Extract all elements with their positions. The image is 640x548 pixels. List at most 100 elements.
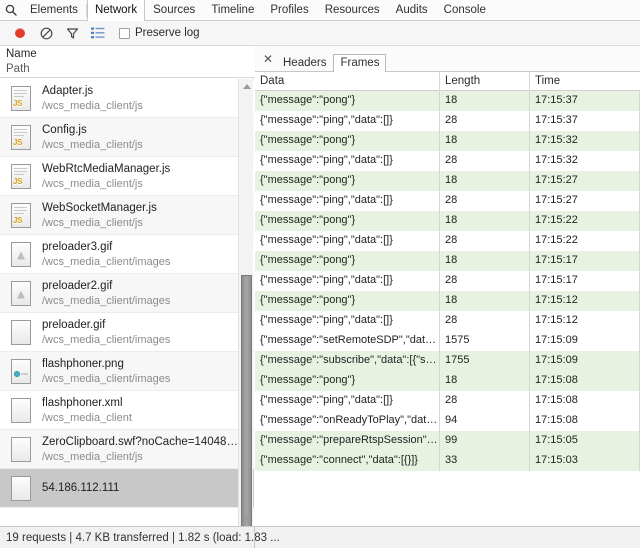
request-list-item[interactable]: preloader.gif/wcs_media_client/images [0,313,254,352]
frame-row[interactable]: {"message":"pong"} 18 17:15:37 [255,91,640,111]
frame-row[interactable]: {"message":"pong"} 18 17:15:27 [255,171,640,191]
frame-data: {"message":"pong"} [255,251,440,271]
request-path: /wcs_media_client/js [42,177,143,190]
record-icon [15,28,25,38]
frame-row[interactable]: {"message":"subscribe","data":[{"sd... 17… [255,351,640,371]
frame-length: 33 [440,451,530,471]
clear-button[interactable] [33,21,59,45]
frame-length: 28 [440,391,530,411]
devtools-tabstrip: Elements Network Sources Timeline Profil… [0,0,640,21]
frame-row[interactable]: {"message":"ping","data":[]} 28 17:15:37 [255,111,640,131]
png-file-icon [9,358,33,385]
frame-time: 17:15:08 [530,371,640,391]
frame-row[interactable]: {"message":"pong"} 18 17:15:32 [255,131,640,151]
request-name: flashphoner.png [42,357,124,370]
frame-row[interactable]: {"message":"ping","data":[]} 28 17:15:17 [255,271,640,291]
request-path: /wcs_media_client/js [42,216,143,229]
request-path: /wcs_media_client [42,411,132,424]
frame-row[interactable]: {"message":"ping","data":[]} 28 17:15:32 [255,151,640,171]
request-list-item[interactable]: JS Adapter.js/wcs_media_client/js [0,79,254,118]
frames-column-time[interactable]: Time [530,72,640,91]
status-bar-divider [254,527,255,548]
tab-frames[interactable]: Frames [333,54,387,72]
frame-data: {"message":"ping","data":[]} [255,151,440,171]
frame-length: 1755 [440,351,530,371]
request-list-item-meta: WebRtcMediaManager.js/wcs_media_client/j… [42,162,238,191]
tab-audits[interactable]: Audits [388,0,436,21]
frames-column-data[interactable]: Data [255,71,440,91]
search-icon[interactable] [0,0,22,21]
scroll-up-button[interactable] [239,79,254,94]
request-list-item[interactable]: JS WebRtcMediaManager.js/wcs_media_client… [0,157,254,196]
frame-row[interactable]: {"message":"ping","data":[]} 28 17:15:22 [255,231,640,251]
request-list-item[interactable]: ZeroClipboard.swf?noCache=14048145... /wc… [0,430,254,469]
tab-headers[interactable]: Headers [276,54,333,72]
preserve-log-checkbox[interactable]: Preserve log [119,27,200,39]
frame-row[interactable]: {"message":"ping","data":[]} 28 17:15:27 [255,191,640,211]
frame-row[interactable]: {"message":"pong"} 18 17:15:22 [255,211,640,231]
tab-sources[interactable]: Sources [145,0,203,21]
request-list-item-meta: ZeroClipboard.swf?noCache=14048145... /wc… [42,435,238,464]
frame-time: 17:15:17 [530,271,640,291]
tab-network[interactable]: Network [86,0,146,21]
tab-resources[interactable]: Resources [317,0,388,21]
preserve-log-checkbox-box[interactable] [119,27,130,39]
request-list-item[interactable]: flashphoner.png/wcs_media_client/images [0,352,254,391]
frame-row[interactable]: {"message":"prepareRtspSession","... 99 17… [255,431,640,451]
column-header-path[interactable]: Path [6,62,254,77]
frame-data: {"message":"pong"} [255,371,440,391]
frame-length: 18 [440,171,530,191]
tab-console[interactable]: Console [436,0,494,21]
request-list-item[interactable]: JS WebSocketManager.js/wcs_media_client/j… [0,196,254,235]
request-list-item[interactable]: preloader2.gif/wcs_media_client/images [0,274,254,313]
js-file-icon: JS [9,202,33,229]
request-list-scrollbar[interactable] [238,79,254,528]
tab-elements[interactable]: Elements [22,0,86,21]
frames-column-length[interactable]: Length [440,71,530,91]
scrollbar-thumb[interactable] [241,275,252,528]
frames-table-body[interactable]: {"message":"pong"} 18 17:15:37 {"message":"… [255,91,640,526]
request-list-item[interactable]: flashphoner.xml/wcs_media_client [0,391,254,430]
frame-data: {"message":"connect","data":[{}]} [255,451,440,471]
frame-row[interactable]: {"message":"setRemoteSDP","data"... 1575 1… [255,331,640,351]
request-list[interactable]: JS Adapter.js/wcs_media_client/js JS Config… [0,79,254,526]
frame-row[interactable]: {"message":"connect","data":[{}]} 33 17:15… [255,451,640,471]
filter-button[interactable] [59,21,85,45]
js-file-icon: JS [9,85,33,112]
tab-profiles[interactable]: Profiles [262,0,316,21]
request-list-item[interactable]: JS Config.js/wcs_media_client/js [0,118,254,157]
frame-time: 17:15:32 [530,151,640,171]
generic-file-icon [9,319,33,346]
frame-row[interactable]: {"message":"onReadyToPlay","data... 94 17:… [255,411,640,431]
request-list-item[interactable]: preloader3.gif/wcs_media_client/images [0,235,254,274]
scroll-down-button[interactable] [239,511,254,526]
close-icon[interactable]: ✕ [260,51,276,71]
frame-row[interactable]: {"message":"pong"} 18 17:15:08 [255,371,640,391]
column-header-name[interactable]: Name [6,47,254,62]
view-list-button[interactable] [85,21,111,45]
frame-length: 18 [440,211,530,231]
request-list-item-meta: preloader3.gif/wcs_media_client/images [42,240,238,269]
request-list-item[interactable]: 54.186.112.111 [0,469,254,508]
frame-data: {"message":"pong"} [255,91,440,111]
chevron-down-icon [242,516,251,521]
status-bar-text: 19 requests | 4.7 KB transferred | 1.82 … [6,531,280,544]
frame-length: 94 [440,411,530,431]
frame-row[interactable]: {"message":"pong"} 18 17:15:17 [255,251,640,271]
frame-data: {"message":"ping","data":[]} [255,311,440,331]
frame-data: {"message":"pong"} [255,291,440,311]
frame-data: {"message":"setRemoteSDP","data"... [255,331,440,351]
frame-data: {"message":"ping","data":[]} [255,391,440,411]
frame-row[interactable]: {"message":"pong"} 18 17:15:12 [255,291,640,311]
frame-length: 18 [440,91,530,111]
frame-row[interactable]: {"message":"ping","data":[]} 28 17:15:08 [255,391,640,411]
js-file-icon: JS [9,163,33,190]
tab-timeline[interactable]: Timeline [203,0,262,21]
frame-length: 18 [440,291,530,311]
filter-icon [66,27,78,39]
frame-time: 17:15:05 [530,431,640,451]
requests-column-header: Name Path [0,46,254,78]
frame-row[interactable]: {"message":"ping","data":[]} 28 17:15:12 [255,311,640,331]
frame-time: 17:15:27 [530,171,640,191]
record-button[interactable] [7,21,33,45]
